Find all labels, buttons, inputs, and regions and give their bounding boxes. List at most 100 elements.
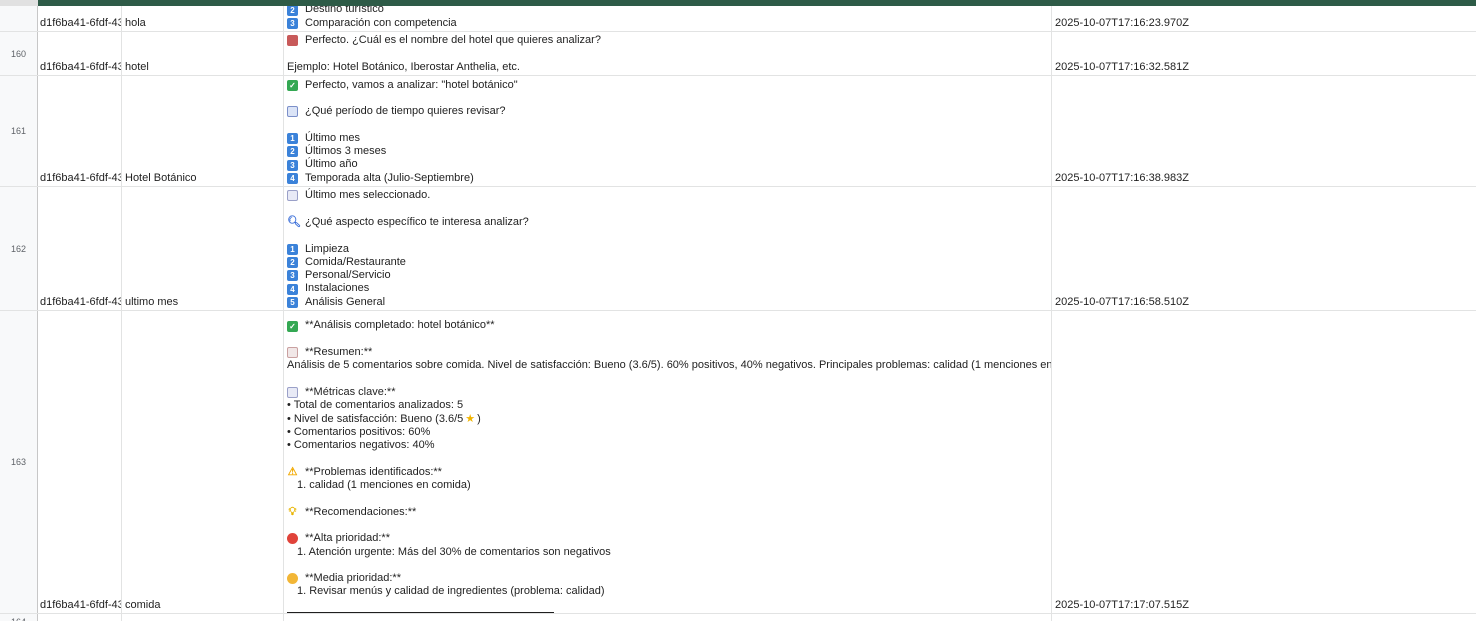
output-line-text: Limpieza: [305, 242, 350, 255]
table-row: 160 d1f6ba41-6fdf-43 hotel Perfecto. ¿Cu…: [0, 32, 1476, 76]
output-line-text: ): [477, 412, 481, 425]
output-line: • Comentarios positivos: 60%: [287, 426, 1051, 439]
output-line: 1. Revisar menús y calidad de ingredient…: [287, 585, 1051, 598]
output-line-text: Últimos 3 meses: [305, 145, 387, 158]
output-line: 5 Análisis General: [287, 296, 1051, 309]
output-line: Último mes seleccionado.: [287, 189, 1051, 202]
cell-session-id[interactable]: d1f6ba41-6fdf-43: [37, 6, 122, 31]
output-line-text: **Resumen:**: [305, 346, 373, 359]
output-line-text: Perfecto. ¿Cuál es el nombre del hotel q…: [305, 34, 601, 47]
output-line: ¿Qué período de tiempo quieres revisar?: [287, 105, 1051, 118]
cell-user-input[interactable]: Hotel Botánico: [122, 76, 284, 186]
output-line-text: Temporada alta (Julio-Septiembre): [305, 171, 474, 184]
output-line: ✓ Perfecto, vamos a analizar: "hotel botá…: [287, 79, 1051, 92]
output-lines: Perfecto. ¿Cuál es el nombre del hotel q…: [287, 34, 1051, 74]
check-mark-icon: ✓: [287, 320, 298, 332]
output-line: 3 Comparación con competencia: [287, 17, 1051, 30]
output-line: • Comentarios negativos: 40%: [287, 439, 1051, 452]
star-icon: ★: [465, 412, 476, 425]
output-line: Análisis de 5 comentarios sobre comida. …: [287, 359, 1051, 372]
output-line: **Media prioridad:**: [287, 572, 1051, 585]
number-badge-icon: 3: [287, 17, 298, 29]
cell-session-id[interactable]: d1f6ba41-6fdf-43: [37, 187, 122, 310]
output-line: 🔍︎ ¿Qué aspecto específico te interesa an…: [287, 216, 1051, 229]
table-row: 164: [0, 614, 1476, 621]
row-header[interactable]: 161: [0, 76, 38, 186]
output-line-text: **Recomendaciones:**: [305, 505, 417, 518]
output-line: Perfecto. ¿Cuál es el nombre del hotel q…: [287, 34, 1051, 47]
output-line: 1. Atención urgente: Más del 30% de come…: [287, 546, 1051, 559]
number-badge-icon: 2: [287, 256, 298, 268]
bar-chart-icon: [287, 190, 298, 202]
output-line: 3 Personal/Servicio: [287, 269, 1051, 282]
cell-user-input[interactable]: comida: [122, 311, 284, 613]
cell-user-input[interactable]: ultimo mes: [122, 187, 284, 310]
cell-timestamp[interactable]: [1052, 614, 1476, 621]
cell-bot-output[interactable]: Perfecto. ¿Cuál es el nombre del hotel q…: [284, 32, 1052, 75]
separator-line: [287, 612, 554, 613]
cell-user-input[interactable]: [122, 614, 284, 621]
cell-session-id[interactable]: d1f6ba41-6fdf-43: [37, 76, 122, 186]
output-line: 1 Último mes: [287, 132, 1051, 145]
hotel-icon: [287, 35, 298, 47]
output-line: • Total de comentarios analizados: 5: [287, 399, 1051, 412]
output-line-text: Comida/Restaurante: [305, 255, 406, 268]
yellow-circle-icon: [287, 573, 298, 585]
output-line: 1. calidad (1 menciones en comida): [287, 479, 1051, 492]
number-badge-icon: 2: [287, 146, 298, 158]
number-badge-icon: 3: [287, 270, 298, 282]
row-header[interactable]: 162: [0, 187, 38, 310]
number-badge-icon: 3: [287, 159, 298, 171]
output-line-text: Último mes seleccionado.: [305, 189, 431, 202]
cell-timestamp[interactable]: 2025-10-07T17:16:38.983Z: [1052, 76, 1476, 186]
number-badge-icon: 5: [287, 296, 298, 308]
row-header[interactable]: 164: [0, 614, 38, 621]
output-line-text: 1. Atención urgente: Más del 30% de come…: [297, 545, 611, 558]
output-lines: ✓ Perfecto, vamos a analizar: "hotel botá…: [287, 79, 1051, 185]
output-line-text: Análisis General: [305, 295, 386, 308]
row-header[interactable]: 163: [0, 311, 38, 613]
output-line: 4 Instalaciones: [287, 282, 1051, 295]
output-line: ✓ **Análisis completado: hotel botánico**: [287, 319, 1051, 332]
output-line-text: **Alta prioridad:**: [305, 532, 390, 545]
output-line: **Alta prioridad:**: [287, 532, 1051, 545]
bar-chart-icon: [287, 387, 298, 399]
output-line: 2 Últimos 3 meses: [287, 145, 1051, 158]
cell-bot-output[interactable]: ✓ **Análisis completado: hotel botánico**…: [284, 311, 1052, 613]
output-lines: ✓ **Análisis completado: hotel botánico**…: [287, 319, 1051, 612]
output-line-text: Último año: [305, 158, 358, 171]
output-line-text: Perfecto, vamos a analizar: "hotel botán…: [305, 78, 518, 91]
cell-timestamp[interactable]: 2025-10-07T17:16:58.510Z: [1052, 187, 1476, 310]
row-header[interactable]: 160: [0, 32, 38, 75]
cell-user-input[interactable]: hotel: [122, 32, 284, 75]
cell-timestamp[interactable]: 2025-10-07T17:16:32.581Z: [1052, 32, 1476, 75]
cell-session-id[interactable]: d1f6ba41-6fdf-43: [37, 32, 122, 75]
cell-bot-output[interactable]: ✓ Perfecto, vamos a analizar: "hotel botá…: [284, 76, 1052, 186]
cell-timestamp[interactable]: 2025-10-07T17:16:23.970Z: [1052, 6, 1476, 31]
output-line: **Métricas clave:**: [287, 386, 1051, 399]
cell-bot-output[interactable]: [284, 614, 1052, 621]
magnifier-icon: 🔍︎: [287, 216, 301, 229]
light-bulb-icon: 💡︎: [288, 505, 297, 518]
cell-timestamp[interactable]: 2025-10-07T17:17:07.515Z: [1052, 311, 1476, 613]
cell-session-id[interactable]: [37, 614, 122, 621]
cell-bot-output[interactable]: Último mes seleccionado. 🔍︎ ¿Qué aspecto e…: [284, 187, 1052, 310]
output-line-text: Destino turístico: [305, 6, 384, 16]
table-row: 163 d1f6ba41-6fdf-43 comida ✓ **Análisis …: [0, 311, 1476, 614]
output-line-text: • Comentarios positivos: 60%: [287, 425, 431, 438]
cell-session-id[interactable]: d1f6ba41-6fdf-43: [37, 311, 122, 613]
output-line-text: **Media prioridad:**: [305, 572, 401, 585]
output-line-text: **Métricas clave:**: [305, 385, 396, 398]
row-header[interactable]: [0, 6, 38, 31]
table-row: 162 d1f6ba41-6fdf-43 ultimo mes Último m…: [0, 187, 1476, 311]
cell-user-input[interactable]: hola: [122, 6, 284, 31]
cell-bot-output[interactable]: 2 Destino turístico 3 Comparación con compe…: [284, 6, 1052, 31]
output-line-text: 1. Revisar menús y calidad de ingredient…: [297, 585, 605, 598]
output-line: ⚠ **Problemas identificados:**: [287, 466, 1051, 479]
